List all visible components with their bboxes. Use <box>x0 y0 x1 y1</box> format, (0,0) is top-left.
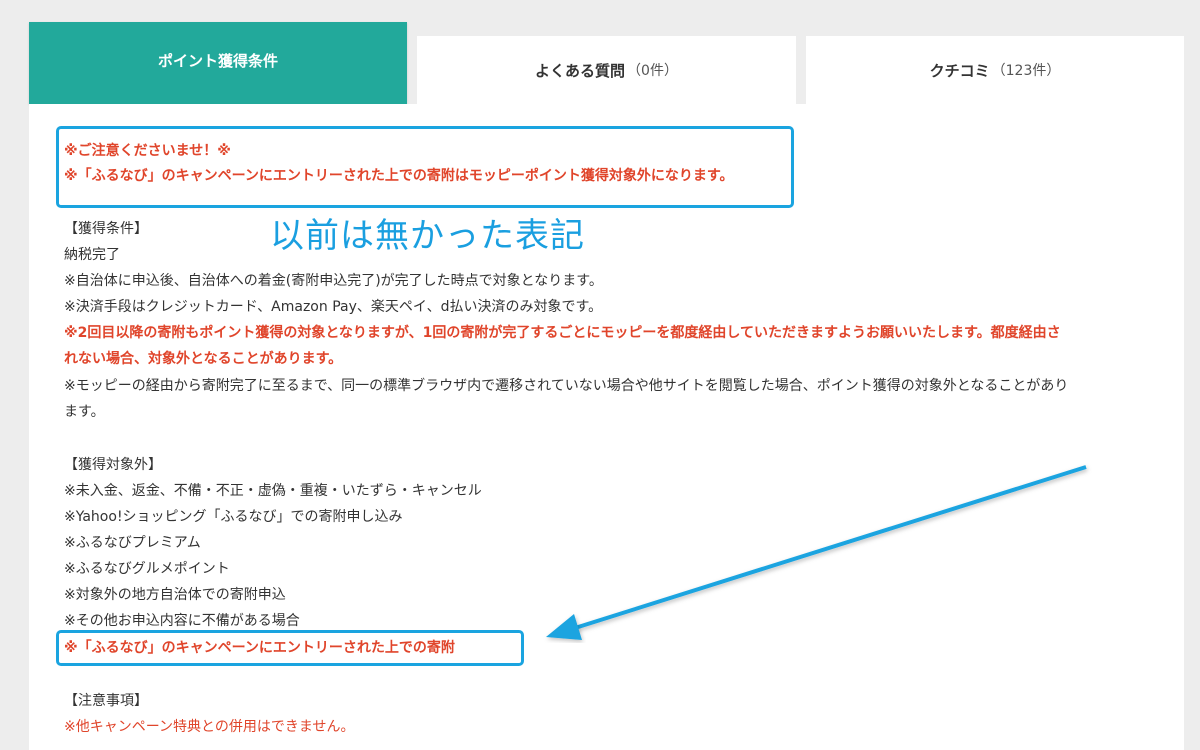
notes-heading: 【注意事項】 <box>64 693 148 709</box>
condition-item: 納税完了 <box>64 247 120 263</box>
annotation-label: 以前は無かった表記 <box>270 216 585 256</box>
condition-item: ※自治体に申込後、自治体への着金(寄附申込完了)が完了した時点で対象となります。 <box>64 273 603 289</box>
condition-item: ます。 <box>64 404 105 420</box>
tab-faq[interactable]: よくある質問 （0件） <box>417 36 796 104</box>
tab-label: ポイント獲得条件 <box>157 52 278 70</box>
condition-item: ※決済手段はクレジットカード、Amazon Pay、楽天ペイ、d払い決済のみ対象… <box>64 299 603 315</box>
tab-count: （123件） <box>991 63 1061 79</box>
excluded-item: ※未入金、返金、不備・不正・虚偽・重複・いたずら・キャンセル <box>64 483 482 499</box>
tab-label: よくある質問 <box>535 61 626 80</box>
excluded-item: ※その他お申込内容に不備がある場合 <box>64 613 300 629</box>
excluded-item: ※対象外の地方自治体での寄附申込 <box>64 587 286 603</box>
conditions-heading: 【獲得条件】 <box>64 221 148 237</box>
excluded-heading: 【獲得対象外】 <box>64 457 162 473</box>
tab-bar: ポイント獲得条件 よくある質問 （0件） クチコミ （123件） <box>0 0 1200 104</box>
tab-reviews[interactable]: クチコミ （123件） <box>806 36 1184 104</box>
tab-count: （0件） <box>627 63 678 79</box>
excluded-item: ※ふるなびプレミアム <box>64 535 201 551</box>
tab-point-conditions[interactable]: ポイント獲得条件 <box>29 22 407 104</box>
notice-highlight-box <box>56 126 794 208</box>
excluded-highlight-box <box>56 630 524 666</box>
tab-label: クチコミ <box>929 61 990 80</box>
condition-item-warning: ※2回目以降の寄附もポイント獲得の対象となりますが、1回の寄附が完了するごとにモ… <box>64 325 1061 341</box>
condition-item: ※モッピーの経由から寄附完了に至るまで、同一の標準ブラウザ内で遷移されていない場… <box>64 378 1069 394</box>
condition-item-warning: れない場合、対象外となることがあります。 <box>64 351 343 367</box>
excluded-item: ※ふるなびグルメポイント <box>64 561 230 577</box>
excluded-item: ※Yahoo!ショッピング「ふるなび」での寄附申し込み <box>64 509 403 525</box>
notes-item: ※他キャンペーン特典との併用はできません。 <box>64 719 355 735</box>
